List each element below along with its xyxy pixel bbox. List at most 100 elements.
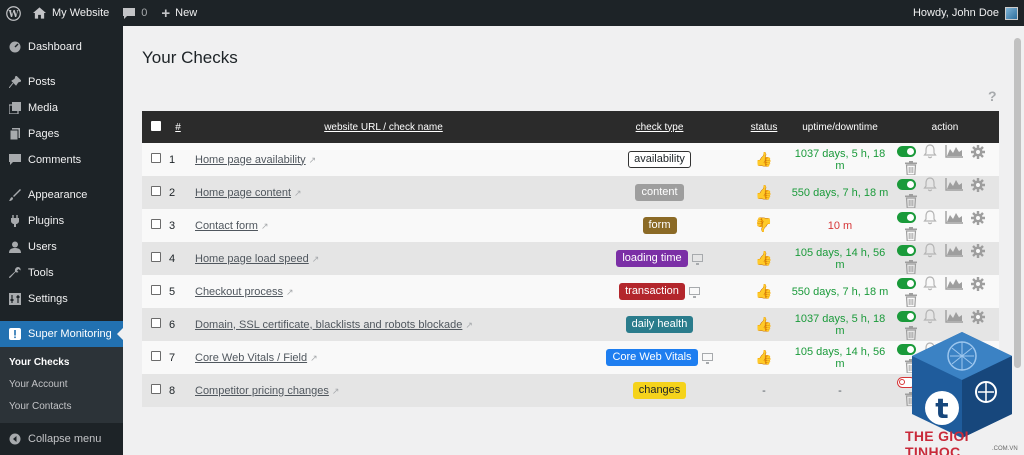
row-number: 8 bbox=[169, 384, 176, 397]
row-checkbox[interactable] bbox=[150, 285, 161, 295]
gear-icon[interactable] bbox=[968, 243, 988, 259]
bell-icon[interactable] bbox=[920, 243, 940, 259]
row-checkbox[interactable] bbox=[150, 384, 161, 394]
gear-icon[interactable] bbox=[968, 210, 988, 226]
chart-icon[interactable] bbox=[944, 276, 964, 292]
external-link-icon[interactable]: ↗ bbox=[465, 320, 473, 330]
sidebar-item-media[interactable]: Media bbox=[0, 95, 123, 121]
uptime-text: 1037 days, 5 h, 18 m bbox=[794, 147, 886, 172]
chart-icon[interactable] bbox=[944, 144, 964, 160]
submenu-your-account[interactable]: Your Account bbox=[0, 373, 123, 395]
wordpress-logo-icon[interactable]: W bbox=[0, 0, 26, 26]
check-name-link[interactable]: Domain, SSL certificate, blacklists and … bbox=[195, 319, 462, 331]
external-link-icon[interactable]: ↗ bbox=[312, 254, 320, 264]
sidebar-item-label: Appearance bbox=[28, 189, 88, 201]
check-type-badge: loading time bbox=[616, 250, 688, 267]
enable-toggle[interactable] bbox=[897, 179, 916, 190]
chart-icon[interactable] bbox=[944, 177, 964, 193]
bell-icon[interactable] bbox=[920, 177, 940, 193]
column-header-action: action bbox=[931, 121, 959, 133]
row-checkbox[interactable] bbox=[150, 351, 161, 361]
enable-toggle[interactable] bbox=[897, 212, 916, 223]
scrollbar-thumb[interactable] bbox=[1014, 38, 1021, 368]
check-name-link[interactable]: Home page load speed bbox=[195, 253, 309, 265]
trash-icon[interactable] bbox=[901, 226, 921, 242]
sidebar-item-comments[interactable]: Comments bbox=[0, 147, 123, 173]
check-name-link[interactable]: Checkout process bbox=[195, 286, 283, 298]
collapse-menu-button[interactable]: Collapse menu bbox=[0, 426, 123, 452]
trash-icon[interactable] bbox=[901, 259, 921, 275]
plug-icon bbox=[9, 215, 21, 227]
pin-icon bbox=[9, 76, 21, 88]
row-checkbox[interactable] bbox=[150, 219, 161, 229]
check-name-link[interactable]: Contact form bbox=[195, 220, 258, 232]
bell-icon[interactable] bbox=[920, 210, 940, 226]
chart-icon[interactable] bbox=[944, 243, 964, 259]
row-number: 5 bbox=[169, 285, 176, 298]
row-checkbox[interactable] bbox=[150, 153, 161, 163]
sidebar-item-pages[interactable]: Pages bbox=[0, 121, 123, 147]
gear-icon[interactable] bbox=[968, 144, 988, 160]
check-name-link[interactable]: Home page content bbox=[195, 187, 291, 199]
action-cell bbox=[891, 176, 999, 209]
column-header-status[interactable]: status bbox=[739, 111, 789, 143]
column-header-type[interactable]: check type bbox=[580, 111, 739, 143]
sidebar-item-tools[interactable]: Tools bbox=[0, 260, 123, 286]
comments-link[interactable]: 0 bbox=[116, 0, 154, 26]
trash-icon[interactable] bbox=[901, 193, 921, 209]
uptime-text: 550 days, 7 h, 18 m bbox=[791, 186, 889, 199]
alert-icon bbox=[9, 328, 21, 340]
my-account-link[interactable]: Howdy, John Doe bbox=[906, 0, 1024, 26]
chart-icon[interactable] bbox=[944, 210, 964, 226]
row-checkbox[interactable] bbox=[150, 318, 161, 328]
sidebar-item-settings[interactable]: Settings bbox=[0, 286, 123, 312]
check-name-link[interactable]: Competitor pricing changes bbox=[195, 385, 329, 397]
external-link-icon[interactable]: ↗ bbox=[309, 155, 317, 165]
select-all-checkbox[interactable] bbox=[150, 120, 161, 131]
enable-toggle[interactable] bbox=[897, 311, 916, 322]
gear-icon[interactable] bbox=[968, 276, 988, 292]
new-content-link[interactable]: + New bbox=[154, 0, 204, 26]
external-link-icon[interactable]: ↗ bbox=[332, 386, 340, 396]
enable-toggle[interactable] bbox=[897, 146, 916, 157]
monitor-icon bbox=[688, 287, 700, 299]
external-link-icon[interactable]: ↗ bbox=[294, 188, 302, 198]
gear-icon[interactable] bbox=[968, 309, 988, 325]
bell-icon[interactable] bbox=[920, 309, 940, 325]
check-type-cell: transaction bbox=[580, 275, 739, 308]
column-header-name[interactable]: website URL / check name bbox=[187, 111, 580, 143]
sidebar-item-users[interactable]: Users bbox=[0, 234, 123, 260]
check-name-link[interactable]: Core Web Vitals / Field bbox=[195, 352, 307, 364]
column-header-num[interactable]: # bbox=[169, 111, 187, 143]
sidebar-item-plugins[interactable]: Plugins bbox=[0, 208, 123, 234]
action-cell bbox=[891, 275, 999, 308]
site-name-link[interactable]: My Website bbox=[26, 0, 116, 26]
sidebar-item-super-monitoring[interactable]: Super Monitoring bbox=[0, 321, 124, 347]
help-icon[interactable]: ? bbox=[988, 88, 997, 104]
action-cell bbox=[891, 242, 999, 275]
row-checkbox[interactable] bbox=[150, 186, 161, 196]
gear-icon[interactable] bbox=[968, 177, 988, 193]
submenu-your-contacts[interactable]: Your Contacts bbox=[0, 395, 123, 417]
check-name-link[interactable]: Home page availability bbox=[195, 154, 306, 166]
trash-icon[interactable] bbox=[901, 160, 921, 176]
submenu-your-checks[interactable]: Your Checks bbox=[0, 351, 123, 373]
row-checkbox[interactable] bbox=[150, 252, 161, 262]
external-link-icon[interactable]: ↗ bbox=[261, 221, 269, 231]
row-number: 1 bbox=[169, 153, 176, 166]
bell-icon[interactable] bbox=[920, 144, 940, 160]
sidebar-item-dashboard[interactable]: Dashboard bbox=[0, 34, 123, 60]
row-checkbox-cell bbox=[142, 341, 169, 374]
check-name-cell: Domain, SSL certificate, blacklists and … bbox=[187, 308, 580, 341]
bell-icon[interactable] bbox=[920, 276, 940, 292]
sidebar-item-appearance[interactable]: Appearance bbox=[0, 182, 123, 208]
sidebar-item-posts[interactable]: Posts bbox=[0, 69, 123, 95]
external-link-icon[interactable]: ↗ bbox=[286, 287, 294, 297]
chart-icon[interactable] bbox=[944, 309, 964, 325]
check-name-cell: Home page availability ↗ bbox=[187, 143, 580, 176]
enable-toggle[interactable] bbox=[897, 278, 916, 289]
trash-icon[interactable] bbox=[901, 292, 921, 308]
enable-toggle[interactable] bbox=[897, 245, 916, 256]
table-row: 1 Home page availability ↗ availability 👍 103… bbox=[142, 143, 999, 176]
external-link-icon[interactable]: ↗ bbox=[310, 353, 318, 363]
